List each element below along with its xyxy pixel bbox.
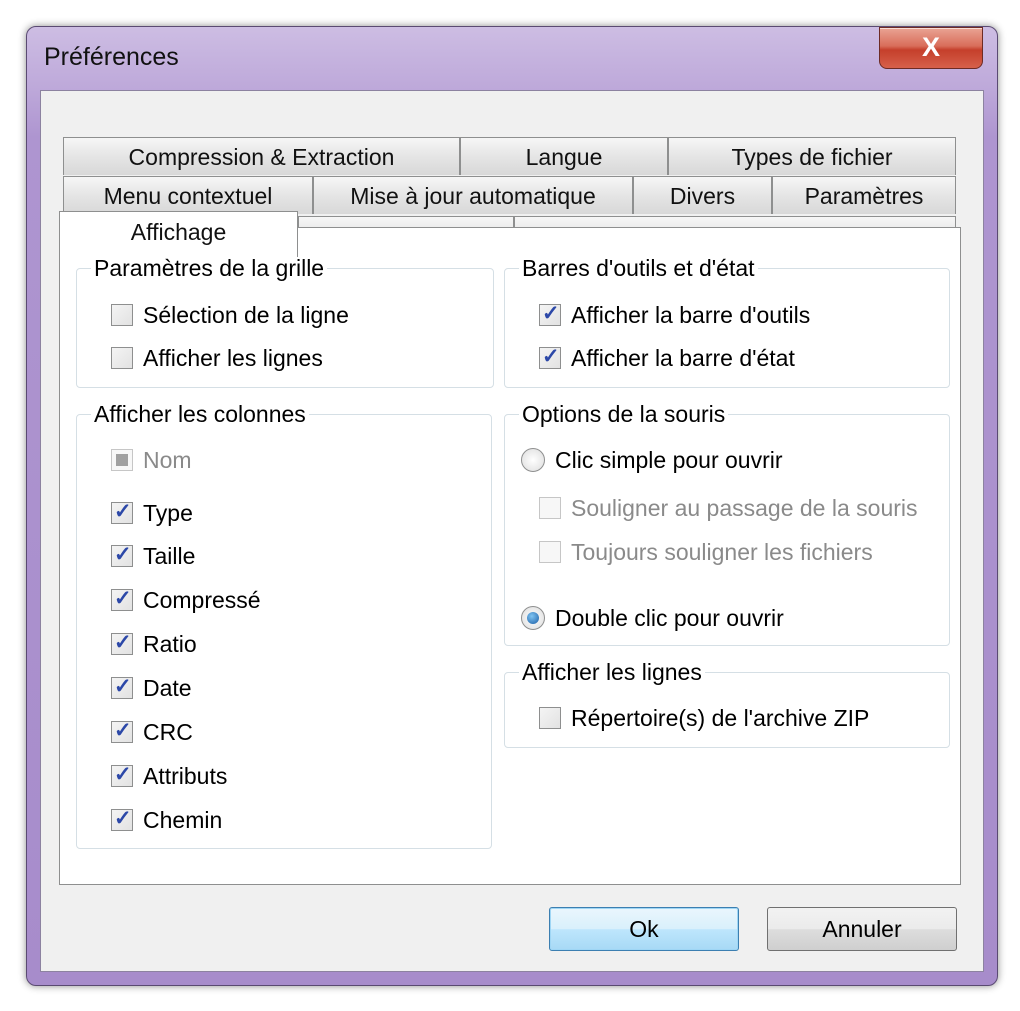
column-date-label: Date bbox=[143, 674, 192, 701]
checkbox-box[interactable] bbox=[111, 806, 133, 831]
checkbox-box[interactable] bbox=[539, 301, 561, 326]
mouse-options-group: Options de la souris Clic simple pour ou… bbox=[504, 400, 950, 646]
checkbox-box[interactable] bbox=[111, 347, 133, 369]
always-underline-checkbox[interactable]: Toujours souligner les fichiers bbox=[539, 537, 873, 567]
tab-parametres[interactable]: Paramètres bbox=[772, 176, 956, 214]
grid-settings-group: Paramètres de la grille Sélection de la … bbox=[76, 254, 494, 388]
ok-button[interactable]: Ok bbox=[549, 907, 739, 951]
checkbox-box[interactable] bbox=[539, 541, 561, 563]
single-click-label: Clic simple pour ouvrir bbox=[555, 446, 783, 473]
show-statusbar-checkbox[interactable]: Afficher la barre d'état bbox=[539, 343, 795, 373]
show-toolbar-label: Afficher la barre d'outils bbox=[571, 301, 811, 328]
checkbox-box[interactable] bbox=[539, 497, 561, 519]
show-toolbar-checkbox[interactable]: Afficher la barre d'outils bbox=[539, 300, 810, 330]
tab-menu-contextuel[interactable]: Menu contextuel bbox=[63, 176, 313, 214]
checkbox-box[interactable] bbox=[111, 586, 133, 611]
single-click-radio[interactable]: Clic simple pour ouvrir bbox=[521, 445, 783, 475]
column-crc-label: CRC bbox=[143, 718, 193, 745]
tab-divers[interactable]: Divers bbox=[633, 176, 772, 214]
checkbox-box[interactable] bbox=[539, 344, 561, 369]
column-attributs-checkbox[interactable]: Attributs bbox=[111, 761, 227, 791]
show-lines-group: Afficher les lignes Répertoire(s) de l'a… bbox=[504, 658, 950, 748]
tab-panel-affichage: Paramètres de la grille Sélection de la … bbox=[59, 227, 961, 885]
underline-hover-label: Souligner au passage de la souris bbox=[571, 494, 918, 521]
tab-compression-extraction[interactable]: Compression & Extraction bbox=[63, 137, 460, 175]
checkbox-box[interactable] bbox=[111, 542, 133, 567]
column-compresse-checkbox[interactable]: Compressé bbox=[111, 585, 261, 615]
checkbox-box[interactable] bbox=[539, 707, 561, 729]
column-chemin-label: Chemin bbox=[143, 806, 223, 833]
column-attributs-label: Attributs bbox=[143, 762, 228, 789]
tab-affichage[interactable]: Affichage bbox=[59, 211, 298, 257]
toolbars-title: Barres d'outils et d'état bbox=[519, 254, 758, 282]
column-type-checkbox[interactable]: Type bbox=[111, 498, 193, 528]
grid-settings-title: Paramètres de la grille bbox=[91, 254, 328, 282]
zip-directories-checkbox[interactable]: Répertoire(s) de l'archive ZIP bbox=[539, 703, 869, 733]
tab-types-de-fichier[interactable]: Types de fichier bbox=[668, 137, 956, 175]
column-crc-checkbox[interactable]: CRC bbox=[111, 717, 193, 747]
checkbox-box[interactable] bbox=[111, 762, 133, 787]
show-gridlines-checkbox[interactable]: Afficher les lignes bbox=[111, 343, 323, 373]
column-date-checkbox[interactable]: Date bbox=[111, 673, 192, 703]
row-selection-checkbox[interactable]: Sélection de la ligne bbox=[111, 300, 349, 330]
column-type-label: Type bbox=[143, 499, 193, 526]
checkbox-box[interactable] bbox=[111, 499, 133, 524]
radio-circle[interactable] bbox=[521, 448, 545, 472]
checkbox-box[interactable] bbox=[111, 449, 133, 471]
tab-mise-a-jour-automatique[interactable]: Mise à jour automatique bbox=[313, 176, 633, 214]
column-compresse-label: Compressé bbox=[143, 586, 261, 613]
always-underline-label: Toujours souligner les fichiers bbox=[571, 538, 873, 565]
double-click-radio[interactable]: Double clic pour ouvrir bbox=[521, 603, 784, 633]
double-click-label: Double clic pour ouvrir bbox=[555, 604, 784, 631]
window-title: Préférences bbox=[44, 43, 179, 71]
row-selection-label: Sélection de la ligne bbox=[143, 301, 349, 328]
show-statusbar-label: Afficher la barre d'état bbox=[571, 344, 795, 371]
column-nom-label: Nom bbox=[143, 446, 192, 473]
column-chemin-checkbox[interactable]: Chemin bbox=[111, 805, 222, 835]
columns-group: Afficher les colonnes Nom Type Taille Co… bbox=[76, 400, 492, 849]
zip-directories-label: Répertoire(s) de l'archive ZIP bbox=[571, 704, 870, 731]
column-ratio-label: Ratio bbox=[143, 630, 197, 657]
column-taille-label: Taille bbox=[143, 542, 196, 569]
column-taille-checkbox[interactable]: Taille bbox=[111, 541, 195, 571]
checkbox-box[interactable] bbox=[111, 674, 133, 699]
close-button[interactable]: X bbox=[879, 27, 983, 69]
toolbars-group: Barres d'outils et d'état Afficher la ba… bbox=[504, 254, 950, 388]
show-lines-title: Afficher les lignes bbox=[519, 658, 705, 686]
column-nom-checkbox[interactable]: Nom bbox=[111, 445, 192, 475]
cancel-button[interactable]: Annuler bbox=[767, 907, 957, 951]
checkbox-box[interactable] bbox=[111, 304, 133, 326]
columns-title: Afficher les colonnes bbox=[91, 400, 309, 428]
tab-langue[interactable]: Langue bbox=[460, 137, 668, 175]
radio-circle[interactable] bbox=[521, 606, 545, 630]
show-gridlines-label: Afficher les lignes bbox=[143, 344, 323, 371]
checkbox-box[interactable] bbox=[111, 630, 133, 655]
mouse-options-title: Options de la souris bbox=[519, 400, 729, 428]
checkbox-box[interactable] bbox=[111, 718, 133, 743]
underline-hover-checkbox[interactable]: Souligner au passage de la souris bbox=[539, 493, 918, 523]
column-ratio-checkbox[interactable]: Ratio bbox=[111, 629, 197, 659]
